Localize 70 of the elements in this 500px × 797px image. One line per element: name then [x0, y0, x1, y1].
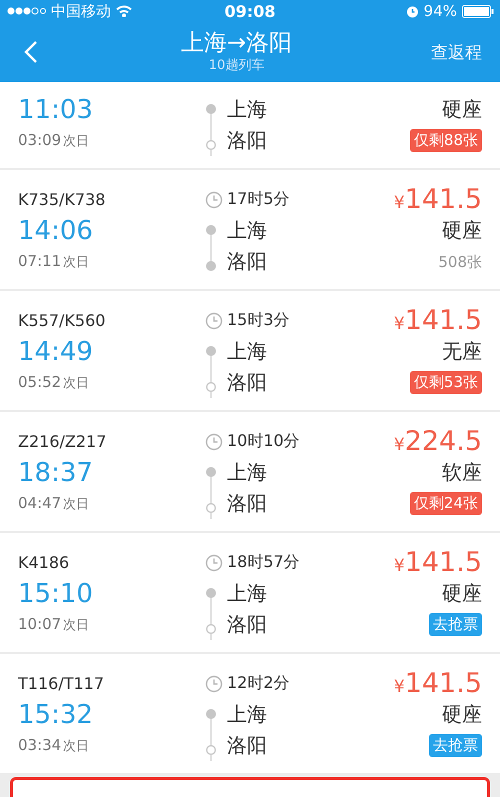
clock-icon — [205, 312, 223, 330]
seat-type: 软座 — [442, 459, 482, 486]
ticket-price: ¥141.5 — [394, 547, 482, 578]
arrival-time: 07:11 次日 — [18, 252, 90, 271]
train-row[interactable]: Z216/Z217 10时10分 ¥224.5 18:37 04:47 次日 上海 洛阳 软座 仅剩24张 — [0, 412, 500, 531]
seat-type: 无座 — [442, 338, 482, 365]
ticket-price: ¥141.5 — [394, 184, 482, 215]
train-count: 10趟列车 — [208, 57, 264, 75]
clock-icon — [205, 190, 223, 208]
departure-station: 上海 — [227, 701, 268, 728]
train-row[interactable]: K557/K560 15时3分 ¥141.5 14:49 05:52 次日 上海 洛阳 无座 仅剩53张 — [0, 291, 500, 410]
arrival-station: 洛阳 — [227, 248, 268, 275]
ticket-price: ¥141.5 — [394, 668, 482, 699]
ticket-price: ¥141.5 — [394, 305, 482, 336]
departure-time: 11:03 — [18, 94, 94, 124]
status-time: 09:08 — [224, 2, 276, 20]
train-row[interactable]: K4186 18时57分 ¥141.5 15:10 10:07 次日 上海 洛阳 硬座 去抢票 — [0, 533, 500, 652]
trip-duration: 12时2分 — [227, 673, 291, 694]
arrival-time: 03:34 次日 — [18, 736, 90, 755]
trip-duration: 17时5分 — [227, 189, 291, 210]
seat-type: 硬座 — [442, 96, 482, 123]
train-row[interactable]: T116/T117 12时2分 ¥141.5 15:32 03:34 次日 上海 洛阳 硬座 去抢票 — [0, 654, 500, 773]
arrival-time: 10:07 次日 — [18, 615, 90, 634]
signal-icon — [6, 6, 46, 16]
train-number: K735/K738 — [18, 190, 106, 209]
arrival-time: 05:52 次日 — [18, 373, 90, 392]
clock-icon — [205, 674, 223, 692]
arrival-station: 洛阳 — [227, 490, 268, 517]
clock-icon — [205, 432, 223, 450]
carrier-name: 中国移动 — [51, 2, 111, 20]
departure-time: 18:37 — [18, 458, 94, 488]
seat-type: 硬座 — [442, 217, 482, 244]
ticket-count: 508张 — [438, 252, 482, 272]
battery-percent: 94% — [424, 2, 457, 20]
departure-time: 14:06 — [18, 216, 94, 246]
departure-time: 15:32 — [18, 700, 94, 730]
ticket-price: ¥224.5 — [394, 426, 482, 457]
arrival-station: 洛阳 — [227, 732, 268, 759]
departure-station: 上海 — [227, 338, 268, 365]
train-row[interactable]: 11:03 03:09 次日 上海 洛阳 硬座 仅剩88张 — [0, 82, 500, 168]
departure-station: 上海 — [227, 217, 268, 244]
battery-icon — [462, 4, 494, 18]
seat-type: 硬座 — [442, 701, 482, 728]
train-row[interactable]: K735/K738 17时5分 ¥141.5 14:06 07:11 次日 上海 洛阳 硬座 508张 — [0, 170, 500, 289]
departure-station: 上海 — [227, 580, 268, 607]
remaining-tickets-badge: 仅剩24张 — [410, 492, 482, 515]
arrival-station: 洛阳 — [227, 127, 268, 154]
trip-duration: 18时57分 — [227, 552, 301, 573]
remaining-tickets-badge: 仅剩88张 — [410, 129, 482, 152]
wifi-icon — [116, 5, 132, 17]
arrival-time: 04:47 次日 — [18, 494, 90, 513]
trip-duration: 15时3分 — [227, 310, 291, 331]
train-number: T116/T117 — [18, 674, 106, 693]
departure-time: 14:49 — [18, 336, 94, 366]
departure-station: 上海 — [227, 96, 268, 123]
trip-duration: 10时10分 — [227, 431, 301, 452]
arrival-time: 03:09 次日 — [18, 131, 90, 150]
alarm-icon — [406, 4, 419, 18]
clock-icon — [205, 554, 223, 572]
train-number: Z216/Z217 — [18, 432, 108, 451]
page-title: 上海→洛阳 — [180, 29, 292, 57]
departure-time: 15:10 — [18, 578, 94, 608]
seat-type: 硬座 — [442, 580, 482, 607]
remaining-tickets-badge: 仅剩53张 — [410, 371, 482, 394]
departure-station: 上海 — [227, 459, 268, 486]
back-icon — [24, 40, 38, 64]
arrival-station: 洛阳 — [227, 369, 268, 396]
arrival-station: 洛阳 — [227, 611, 268, 638]
train-number: K557/K560 — [18, 311, 106, 330]
train-number: K4186 — [18, 553, 70, 572]
